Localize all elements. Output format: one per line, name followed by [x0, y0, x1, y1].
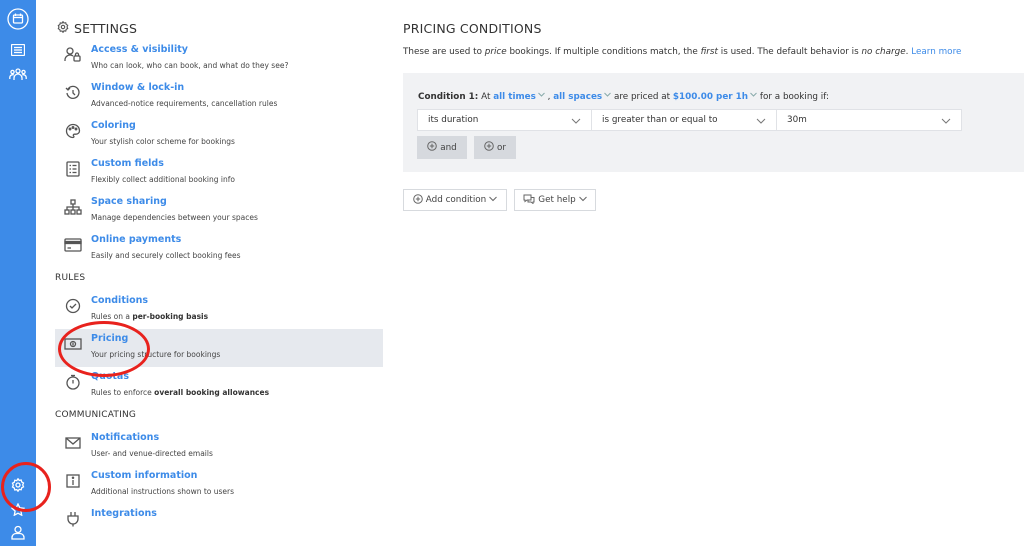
chevron-down-icon — [571, 117, 581, 124]
credit-card-icon — [63, 236, 83, 254]
section-communicating-label: COMMUNICATING — [55, 410, 137, 420]
settings-panel: SETTINGS Access & visibility Who can loo… — [36, 0, 388, 546]
money-icon — [63, 335, 83, 353]
chevron-down-icon — [537, 91, 545, 98]
settings-item-notifications[interactable]: Notifications User- and venue-directed e… — [55, 428, 383, 466]
form-icon — [63, 160, 83, 178]
condition-panel: Condition 1: At all times , all spaces a… — [403, 73, 1024, 172]
times-dropdown[interactable]: all times — [493, 92, 545, 102]
list-icon[interactable] — [0, 42, 36, 58]
star-icon[interactable] — [0, 502, 36, 516]
history-icon — [63, 84, 83, 102]
value-select[interactable]: 30m — [776, 109, 962, 131]
chevron-down-icon — [578, 195, 587, 205]
learn-more-link[interactable]: Learn more — [911, 47, 961, 57]
price-dropdown[interactable]: $100.00 per 1h — [673, 92, 757, 102]
settings-item-space-sharing[interactable]: Space sharing Manage dependencies betwee… — [55, 192, 383, 230]
get-help-button[interactable]: Get help — [514, 189, 596, 211]
info-icon — [63, 472, 83, 490]
intro-text: These are used to price bookings. If mul… — [403, 47, 962, 57]
gear-icon[interactable] — [0, 477, 36, 493]
icon-rail — [0, 0, 36, 546]
chevron-down-icon — [756, 117, 766, 124]
gear-icon — [57, 20, 69, 36]
settings-item-coloring[interactable]: Coloring Your stylish color scheme for b… — [55, 116, 383, 154]
settings-item-conditions[interactable]: Conditions Rules on a per-booking basis — [55, 291, 383, 329]
user-icon[interactable] — [0, 524, 36, 540]
field-select[interactable]: its duration — [417, 109, 592, 131]
settings-item-access-visibility[interactable]: Access & visibility Who can look, who ca… — [55, 40, 383, 78]
settings-heading: SETTINGS — [57, 20, 137, 36]
users-icon[interactable] — [0, 66, 36, 82]
calendar-icon[interactable] — [0, 6, 36, 32]
section-rules-label: RULES — [55, 273, 86, 283]
envelope-icon — [63, 434, 83, 452]
settings-item-integrations[interactable]: Integrations — [55, 504, 383, 542]
settings-item-custom-information[interactable]: Custom information Additional instructio… — [55, 466, 383, 504]
plus-circle-icon — [484, 141, 494, 154]
chat-bubbles-icon — [523, 194, 535, 207]
hierarchy-icon — [63, 198, 83, 216]
plus-circle-icon — [427, 141, 438, 154]
plus-circle-icon — [412, 193, 423, 207]
settings-item-online-payments[interactable]: Online payments Easily and securely coll… — [55, 230, 383, 268]
add-and-button[interactable]: and — [417, 136, 467, 159]
check-badge-icon — [63, 297, 83, 315]
settings-item-custom-fields[interactable]: Custom fields Flexibly collect additiona… — [55, 154, 383, 192]
condition-summary: Condition 1: At all times , all spaces a… — [418, 92, 829, 102]
settings-item-window-lock-in[interactable]: Window & lock-in Advanced-notice require… — [55, 78, 383, 116]
chevron-down-icon — [489, 195, 498, 205]
page-title: PRICING CONDITIONS — [403, 21, 542, 36]
stopwatch-icon — [63, 373, 83, 391]
operator-select[interactable]: is greater than or equal to — [591, 109, 777, 131]
add-condition-button[interactable]: Add condition — [403, 189, 507, 211]
settings-item-pricing[interactable]: Pricing Your pricing structure for booki… — [55, 329, 383, 367]
chevron-down-icon — [941, 117, 951, 124]
user-lock-icon — [63, 46, 83, 64]
add-or-button[interactable]: or — [474, 136, 516, 159]
settings-item-quotas[interactable]: Quotas Rules to enforce overall booking … — [55, 367, 383, 405]
spaces-dropdown[interactable]: all spaces — [553, 92, 612, 102]
plug-icon — [63, 510, 83, 528]
palette-icon — [63, 122, 83, 140]
